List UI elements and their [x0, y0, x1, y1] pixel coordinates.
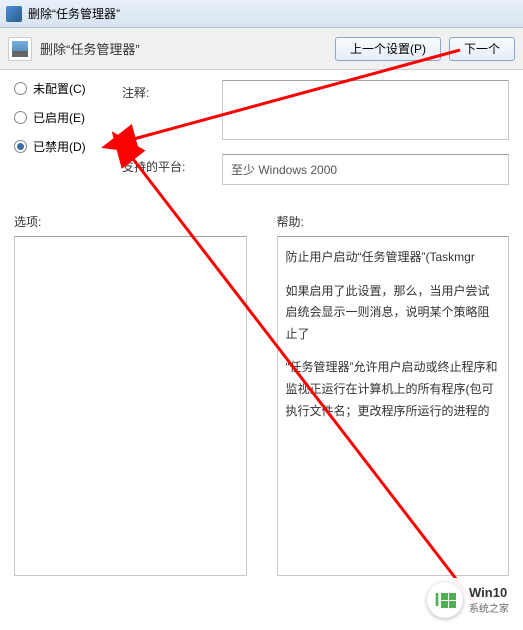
window-titlebar: 删除“任务管理器” [0, 0, 523, 28]
radio-enabled[interactable]: 已启用(E) [14, 109, 104, 126]
help-paragraph: 防止用户启动“任务管理器”(Taskmgr [286, 247, 501, 269]
next-setting-button[interactable]: 下一个 [449, 37, 515, 61]
toolbar-title: 删除“任务管理器” [40, 39, 327, 58]
radio-icon [14, 140, 27, 153]
radio-label: 已启用(E) [33, 109, 85, 126]
radio-icon [14, 111, 27, 124]
policy-icon [8, 37, 32, 61]
help-paragraph: “任务管理器”允许用户启动或终止程序和监视正运行在计算机上的所有程序(包可执行文… [286, 357, 501, 422]
prev-setting-button[interactable]: 上一个设置(P) [335, 37, 441, 61]
comment-textbox[interactable] [222, 80, 509, 140]
radio-disabled[interactable]: 已禁用(D) [14, 138, 104, 155]
window-title: 删除“任务管理器” [28, 5, 120, 22]
options-panel-title: 选项: [14, 213, 247, 230]
help-panel-title: 帮助: [277, 213, 510, 230]
comment-label: 注释: [122, 80, 212, 140]
watermark-sub: 系统之家 [469, 600, 509, 615]
watermark: I Win10 系统之家 [421, 578, 515, 622]
options-panel-body [14, 236, 247, 576]
app-icon [6, 6, 22, 22]
radio-not-configured[interactable]: 未配置(C) [14, 80, 104, 97]
watermark-logo-icon: I [427, 582, 463, 618]
help-paragraph: 如果启用了此设置，那么，当用户尝试启统会显示一则消息，说明某个策略阻止了 [286, 281, 501, 346]
toolbar: 删除“任务管理器” 上一个设置(P) 下一个 [0, 28, 523, 70]
content-area: 未配置(C) 已启用(E) 已禁用(D) 注释: 支持的平台: 至少 Windo… [0, 70, 523, 586]
radio-label: 未配置(C) [33, 80, 86, 97]
state-radio-group: 未配置(C) 已启用(E) 已禁用(D) [14, 80, 104, 199]
help-panel-body: 防止用户启动“任务管理器”(Taskmgr 如果启用了此设置，那么，当用户尝试启… [277, 236, 510, 576]
radio-label: 已禁用(D) [33, 138, 86, 155]
radio-icon [14, 82, 27, 95]
platform-label: 支持的平台: [122, 154, 212, 185]
watermark-brand: Win10 [469, 585, 509, 601]
platform-textbox: 至少 Windows 2000 [222, 154, 509, 185]
